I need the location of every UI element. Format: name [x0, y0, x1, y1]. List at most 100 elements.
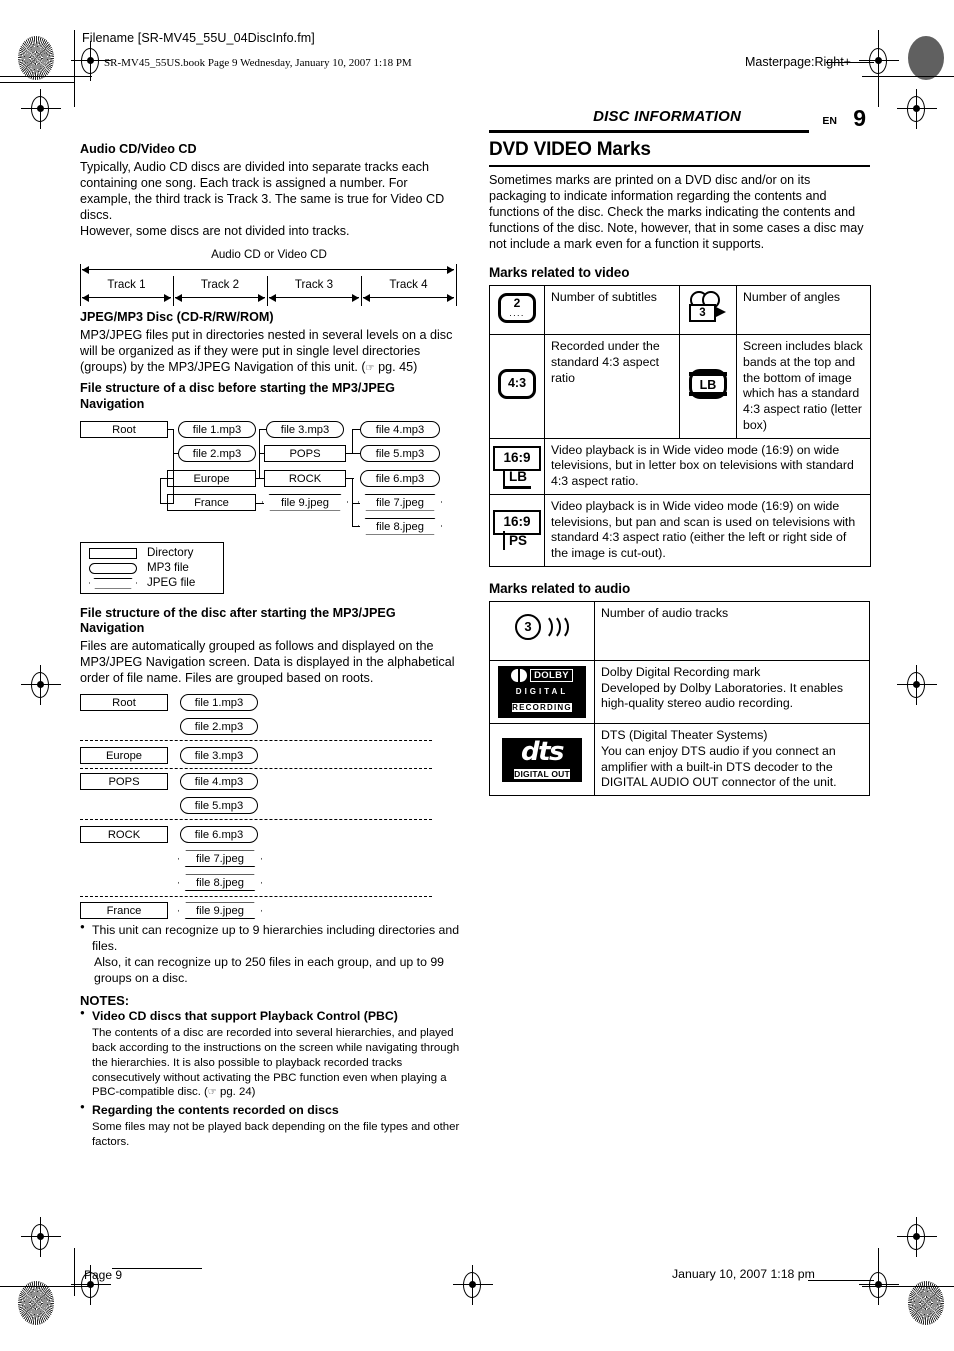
running-head-section: DISC INFORMATION [593, 108, 741, 125]
heading-jpeg-mp3-disc: JPEG/MP3 Disc (CD-R/RW/ROM) [80, 310, 274, 325]
note-item-pbc: Video CD discs that support Playback Con… [80, 1008, 460, 1025]
crop-line [0, 82, 74, 84]
diagram-legend: Directory MP3 file JPEG file [80, 541, 224, 594]
registration-mark [71, 41, 111, 81]
wide-ps-mark-cell: 16:9PS [489, 493, 545, 567]
tree-node-france: France [167, 493, 256, 511]
tree-connector [160, 477, 173, 479]
table-row: 4:3 Recorded under the standard 4:3 aspe… [489, 334, 871, 439]
crop-line [0, 76, 92, 78]
dolby-double-d-icon [511, 669, 528, 683]
letterbox-top-band [689, 372, 727, 377]
wide-ps-description: Video playback is in Wide video mode (16… [544, 493, 871, 567]
legend-row-jpeg: JPEG file [89, 575, 219, 591]
group-file-item: file 5.mp3 [180, 797, 258, 815]
track-span-arrow [82, 265, 454, 276]
slug-filename: Filename [SR-MV45_55U_04DiscInfo.fm] [82, 31, 315, 45]
tree-node-file2: file 2.mp3 [178, 444, 256, 462]
crop-line [878, 77, 880, 107]
note-body-pbc: The contents of a disc are recorded into… [80, 1026, 460, 1100]
note-body-text: The contents of a disc are recorded into… [92, 1027, 460, 1099]
note-title: Regarding the contents recorded on discs [92, 1103, 339, 1118]
title-rule [489, 164, 870, 168]
tree-connector [160, 502, 173, 504]
crop-line [74, 1248, 76, 1296]
crop-line [74, 30, 76, 82]
registration-mark [859, 41, 899, 81]
track-label: Track 1 [107, 278, 146, 292]
track-divider [456, 264, 458, 307]
running-head-rule [489, 130, 809, 133]
registration-mark [21, 665, 61, 705]
group-file-item: file 6.mp3 [180, 826, 258, 844]
camera-lens-icon [716, 306, 726, 317]
wide-mode-label: PS [502, 531, 531, 551]
legend-row-mp3: MP3 file [89, 560, 219, 576]
audio-marks-table: 3 Number of audio tracks DOLBY DIGITAL R… [489, 600, 870, 797]
dolby-wordmark: DOLBY [530, 669, 573, 683]
heading-structure-after: File structure of the disc after startin… [80, 605, 396, 636]
subheading-marks-video: Marks related to video [489, 264, 630, 280]
registration-mark [859, 1265, 899, 1305]
footer-page-label: Page 9 [84, 1268, 123, 1282]
track-label: Track 2 [200, 278, 240, 292]
crop-line [808, 1280, 874, 1282]
group-file-item: file 7.jpeg [178, 850, 262, 867]
legend-label-mp3: MP3 file [147, 560, 189, 574]
angles-count: 3 [689, 303, 716, 322]
heading-structure-before: File structure of a disc before starting… [80, 380, 395, 411]
slug-book-line: SR-MV45_55US.book Page 9 Wednesday, Janu… [104, 57, 412, 69]
subtitles-dots: .... [509, 307, 525, 318]
track-diagram-span-label: Audio CD or Video CD [211, 248, 327, 262]
jpeg-mp3-page-ref: pg. 45) [378, 360, 418, 375]
tree-node-rock: ROCK [264, 469, 346, 487]
hierarchy-note-line1: This unit can recognize up to 9 hierarch… [92, 923, 460, 954]
track-label: Track 4 [389, 278, 428, 292]
dolby-digital-recording-logo-icon: DOLBY DIGITAL RECORDING [498, 665, 586, 719]
tree-connector [259, 428, 266, 430]
group-file-item: file 3.mp3 [180, 747, 258, 765]
angles-description: Number of angles [736, 284, 871, 336]
tree-connector [173, 452, 178, 454]
subtitles-screen-icon: 2 .... [498, 292, 536, 323]
footer-date: January 10, 2007 1:18 pm [672, 1267, 815, 1281]
halftone-dot-mark-bottom-right [908, 1281, 944, 1325]
tree-node-file1: file 1.mp3 [178, 420, 256, 438]
subheading-marks-audio: Marks related to audio [489, 580, 631, 596]
registration-mark [453, 1265, 493, 1305]
aspect43-mark-cell: 4:3 [489, 334, 545, 439]
angles-mark-cell: 3 [679, 284, 737, 336]
halftone-dot-mark-top-left [18, 36, 54, 80]
group-file-item: file 2.mp3 [180, 718, 258, 736]
tree-node-root: Root [80, 420, 168, 438]
dolby-mark-cell: DOLBY DIGITAL RECORDING [489, 659, 595, 725]
table-row: dts DIGITAL OUT DTS (Digital Theater Sys… [489, 723, 870, 797]
wide-letterbox-icon: 16:9 LB [493, 446, 541, 490]
sound-wave-arc [547, 614, 569, 641]
aspect-ratio-value: 4:3 [507, 376, 527, 391]
tree-connector [160, 477, 162, 503]
tree-connector [256, 502, 264, 504]
legend-label-jpeg: JPEG file [147, 575, 196, 589]
wide-ratio-label: 16:9 [503, 514, 531, 530]
running-head-lang: EN [822, 115, 837, 127]
audio-cd-paragraph-1: Typically, Audio CD discs are divided in… [80, 159, 445, 222]
subtitles-description: Number of subtitles [544, 284, 680, 336]
note-page-ref: pg. 24) [219, 1086, 256, 1099]
dts-mark-cell: dts DIGITAL OUT [489, 723, 595, 797]
wide-lb-mark-cell: 16:9 LB [489, 437, 545, 495]
group-node-rock: ROCK [80, 826, 168, 844]
group-separator [80, 768, 432, 770]
letterbox-screen-icon: LB [689, 369, 727, 400]
jpeg-file-shape-icon [89, 578, 137, 589]
dolby-description: Dolby Digital Recording mark Developed b… [594, 659, 870, 725]
table-row: 16:9 LB Video playback is in Wide video m… [489, 437, 871, 495]
note-body-contents: Some files may not be played back depend… [92, 1120, 460, 1148]
notes-heading: NOTES: [80, 993, 130, 1009]
tree-node-file8: file 8.jpeg [358, 518, 442, 535]
halftone-dot-mark-bottom-left [18, 1281, 54, 1325]
file-structure-before-diagram: Root file 1.mp3 file 2.mp3 Europe France… [80, 420, 458, 538]
hierarchy-note-line2: Also, it can recognize up to 250 files i… [94, 954, 445, 985]
tree-node-file9: file 9.jpeg [262, 494, 348, 511]
wide-lb-description: Video playback is in Wide video mode (16… [544, 437, 871, 495]
